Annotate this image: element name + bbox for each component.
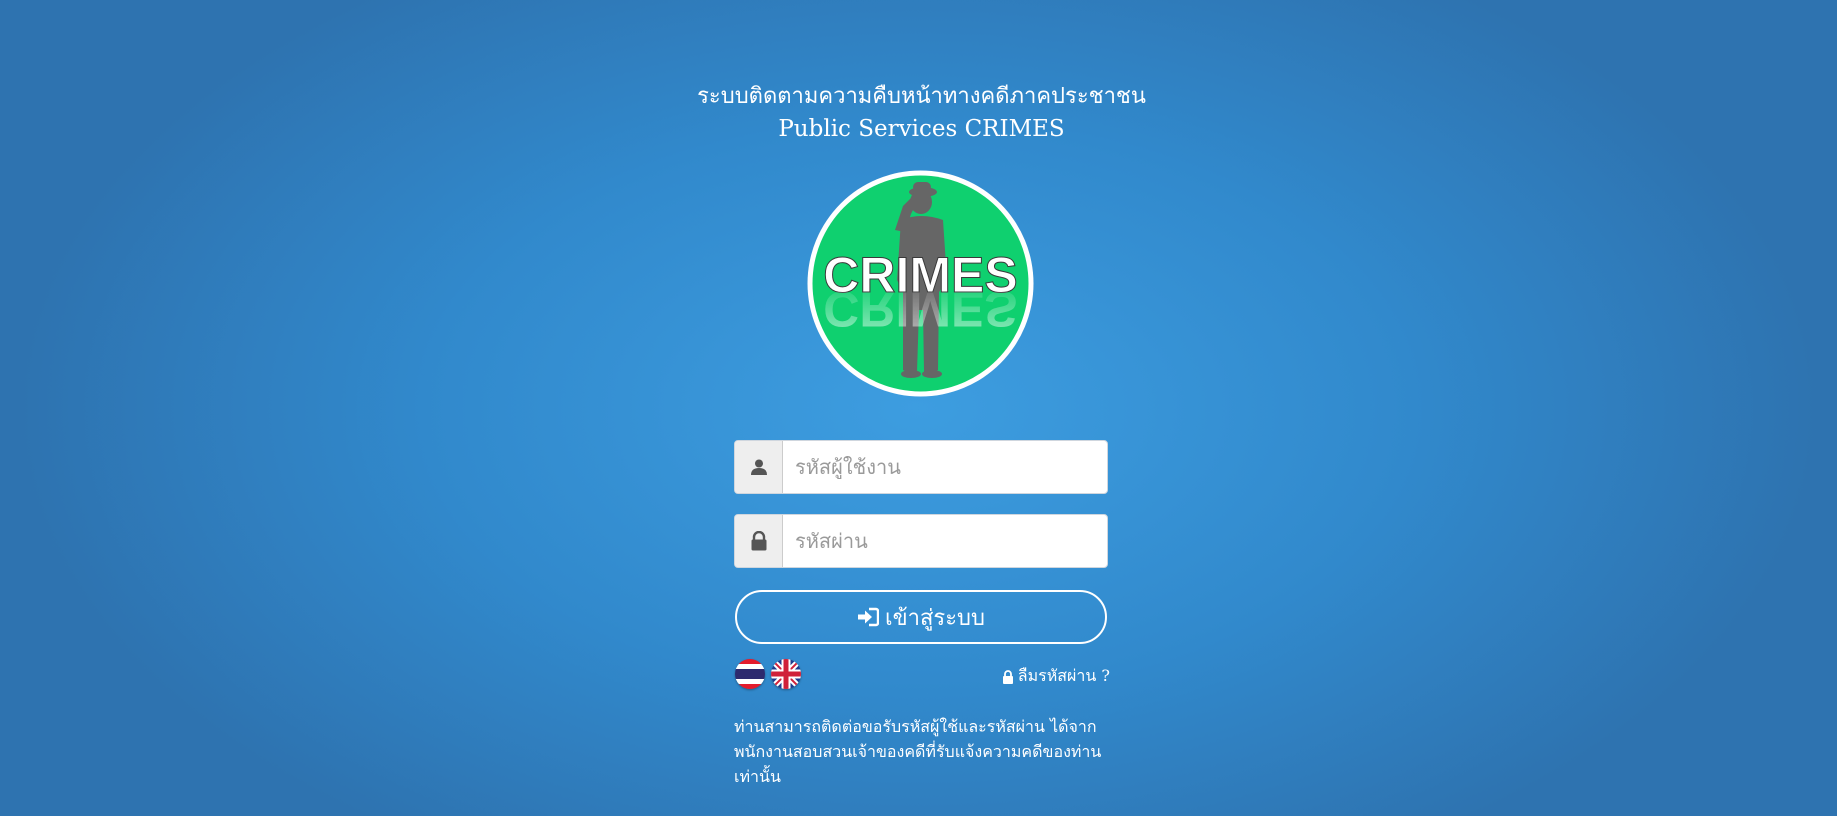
login-button[interactable]: เข้าสู่ระบบ: [735, 590, 1107, 644]
password-input[interactable]: [783, 515, 1107, 567]
password-field-group: [734, 514, 1108, 568]
forgot-password-link[interactable]: ลืมรหัสผ่าน ?: [998, 664, 1110, 689]
lock-icon: [735, 515, 783, 567]
forgot-password-label: ลืมรหัสผ่าน ?: [1017, 666, 1110, 685]
login-page: ระบบติดตามความคืบหน้าทางคดีภาคประชาชน Pu…: [0, 0, 1837, 816]
user-icon: [735, 441, 783, 493]
username-input[interactable]: [783, 441, 1107, 493]
sign-in-icon: [857, 607, 880, 627]
lock-icon: [1002, 669, 1014, 684]
crimes-logo: CRIMES CRIMES: [807, 170, 1034, 397]
username-field-group: [734, 440, 1108, 494]
page-title-thai: ระบบติดตามความคืบหน้าทางคดีภาคประชาชน: [697, 84, 1146, 109]
contact-note: ท่านสามารถติดต่อขอรับรหัสผู้ใช้และรหัสผ่…: [734, 717, 1102, 786]
login-button-label: เข้าสู่ระบบ: [885, 605, 985, 631]
uk-flag-icon[interactable]: [771, 659, 801, 689]
thai-flag-icon[interactable]: [735, 659, 765, 689]
page-title-english: Public Services CRIMES: [778, 116, 1065, 142]
crimes-logo-reflection: CRIMES: [823, 281, 1017, 337]
